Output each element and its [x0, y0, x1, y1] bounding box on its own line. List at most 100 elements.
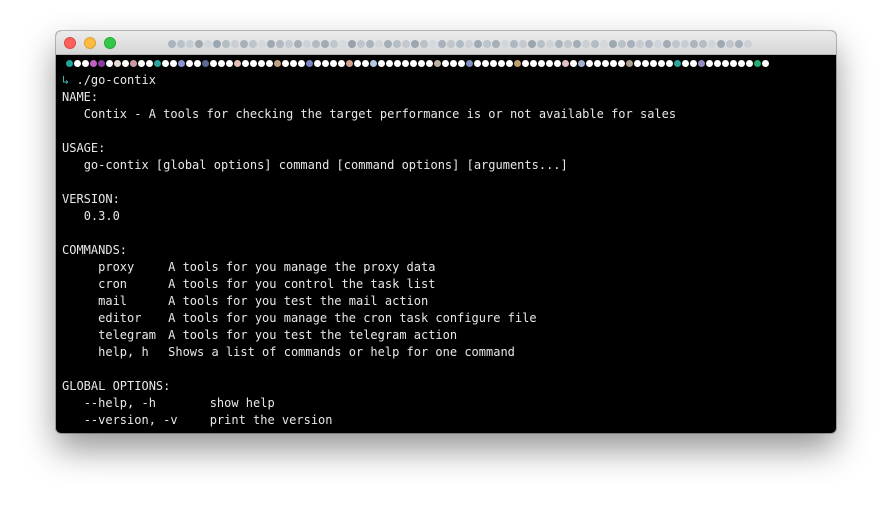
- redaction-dot: [528, 39, 536, 48]
- redaction-dot: [618, 39, 626, 48]
- redaction-dot: [754, 60, 761, 67]
- redaction-dot: [672, 39, 680, 48]
- redaction-dot: [538, 60, 545, 67]
- redaction-dot: [699, 39, 707, 48]
- redaction-dot: [650, 60, 657, 67]
- redaction-dot: [438, 39, 446, 48]
- name-value: Contix - A tools for checking the target…: [83, 107, 677, 121]
- redaction-dot: [514, 60, 521, 67]
- redaction-dot: [234, 60, 241, 67]
- redaction-dot: [162, 60, 169, 67]
- redaction-dot: [501, 39, 509, 48]
- zoom-button[interactable]: [104, 37, 116, 49]
- title-bar[interactable]: [56, 31, 836, 55]
- redaction-dot: [240, 39, 248, 48]
- command-row: help, h Shows a list of commands or help …: [98, 345, 515, 359]
- redaction-dot: [442, 60, 449, 67]
- redaction-dot: [555, 39, 563, 48]
- redaction-dot: [510, 39, 518, 48]
- redaction-dot: [610, 60, 617, 67]
- command-line: ↳ ./go-contix: [62, 72, 836, 89]
- redaction-dot: [138, 60, 145, 67]
- redaction-dot: [490, 60, 497, 67]
- redaction-dot: [522, 60, 529, 67]
- redaction-dot: [386, 60, 393, 67]
- terminal-output[interactable]: ↳ ./go-contix NAME: Contix - A tools for…: [56, 55, 836, 433]
- redaction-dot: [434, 60, 441, 67]
- redaction-dot: [666, 60, 673, 67]
- redaction-dot: [609, 39, 617, 48]
- redaction-dot: [357, 39, 365, 48]
- redaction-dot: [418, 60, 425, 67]
- redaction-dot: [276, 39, 284, 48]
- command-row: cron A tools for you control the task lis…: [98, 277, 436, 291]
- redaction-dot: [717, 39, 725, 48]
- redaction-dot: [330, 39, 338, 48]
- redaction-dot: [226, 60, 233, 67]
- redaction-dot: [178, 60, 185, 67]
- redaction-dot: [194, 60, 201, 67]
- redaction-dot: [663, 39, 671, 48]
- redaction-dot: [106, 60, 113, 67]
- redaction-dot: [274, 60, 281, 67]
- redaction-dot: [249, 39, 257, 48]
- redaction-dot: [354, 60, 361, 67]
- redaction-dot: [242, 60, 249, 67]
- redaction-dot: [562, 60, 569, 67]
- usage-header: USAGE:: [62, 141, 106, 155]
- redaction-dot: [645, 39, 653, 48]
- redaction-dot: [498, 60, 505, 67]
- minimize-button[interactable]: [84, 37, 96, 49]
- terminal-window[interactable]: ↳ ./go-contix NAME: Contix - A tools for…: [56, 31, 836, 433]
- redaction-dot: [66, 60, 73, 67]
- redaction-dot: [573, 39, 581, 48]
- option-row: --help, -h show help: [83, 396, 275, 410]
- redaction-dot: [411, 39, 419, 48]
- redaction-dot: [204, 39, 212, 48]
- redaction-dot: [266, 60, 273, 67]
- redaction-dot: [366, 39, 374, 48]
- redaction-dot: [537, 39, 545, 48]
- redaction-dot: [492, 39, 500, 48]
- redaction-dot: [706, 60, 713, 67]
- redaction-dot: [420, 39, 428, 48]
- redaction-dot: [642, 60, 649, 67]
- redaction-dot: [321, 39, 329, 48]
- redaction-dot: [429, 39, 437, 48]
- redaction-dot: [170, 60, 177, 67]
- redaction-dot: [339, 39, 347, 48]
- option-row: --version, -v print the version: [83, 413, 333, 427]
- redaction-dot: [298, 60, 305, 67]
- redaction-dot: [154, 60, 161, 67]
- redaction-dot: [456, 39, 464, 48]
- redaction-dot: [130, 60, 137, 67]
- redaction-dot: [594, 60, 601, 67]
- close-button[interactable]: [64, 37, 76, 49]
- redaction-dot: [282, 60, 289, 67]
- redaction-dot: [698, 60, 705, 67]
- command-row: mail A tools for you test the mail action: [98, 294, 429, 308]
- redaction-dot: [375, 39, 383, 48]
- redaction-dot: [546, 39, 554, 48]
- redaction-dot: [636, 39, 644, 48]
- redaction-dot: [114, 60, 121, 67]
- redaction-dot: [450, 60, 457, 67]
- global-options-header: GLOBAL OPTIONS:: [62, 379, 171, 393]
- redaction-dot: [346, 60, 353, 67]
- redaction-dot: [466, 60, 473, 67]
- command-row: editor A tools for you manage the cron ta…: [98, 311, 537, 325]
- redaction-dot: [186, 60, 193, 67]
- redaction-dot: [306, 60, 313, 67]
- redaction-dot: [402, 60, 409, 67]
- redaction-dot: [618, 60, 625, 67]
- redaction-dot: [338, 60, 345, 67]
- version-header: VERSION:: [62, 192, 120, 206]
- redaction-dot: [222, 39, 230, 48]
- redaction-dot: [210, 60, 217, 67]
- redaction-dot: [682, 60, 689, 67]
- name-header: NAME:: [62, 90, 99, 104]
- redaction-dot: [250, 60, 257, 67]
- redaction-dot: [708, 39, 716, 48]
- redaction-dot: [465, 39, 473, 48]
- redaction-dot: [348, 39, 356, 48]
